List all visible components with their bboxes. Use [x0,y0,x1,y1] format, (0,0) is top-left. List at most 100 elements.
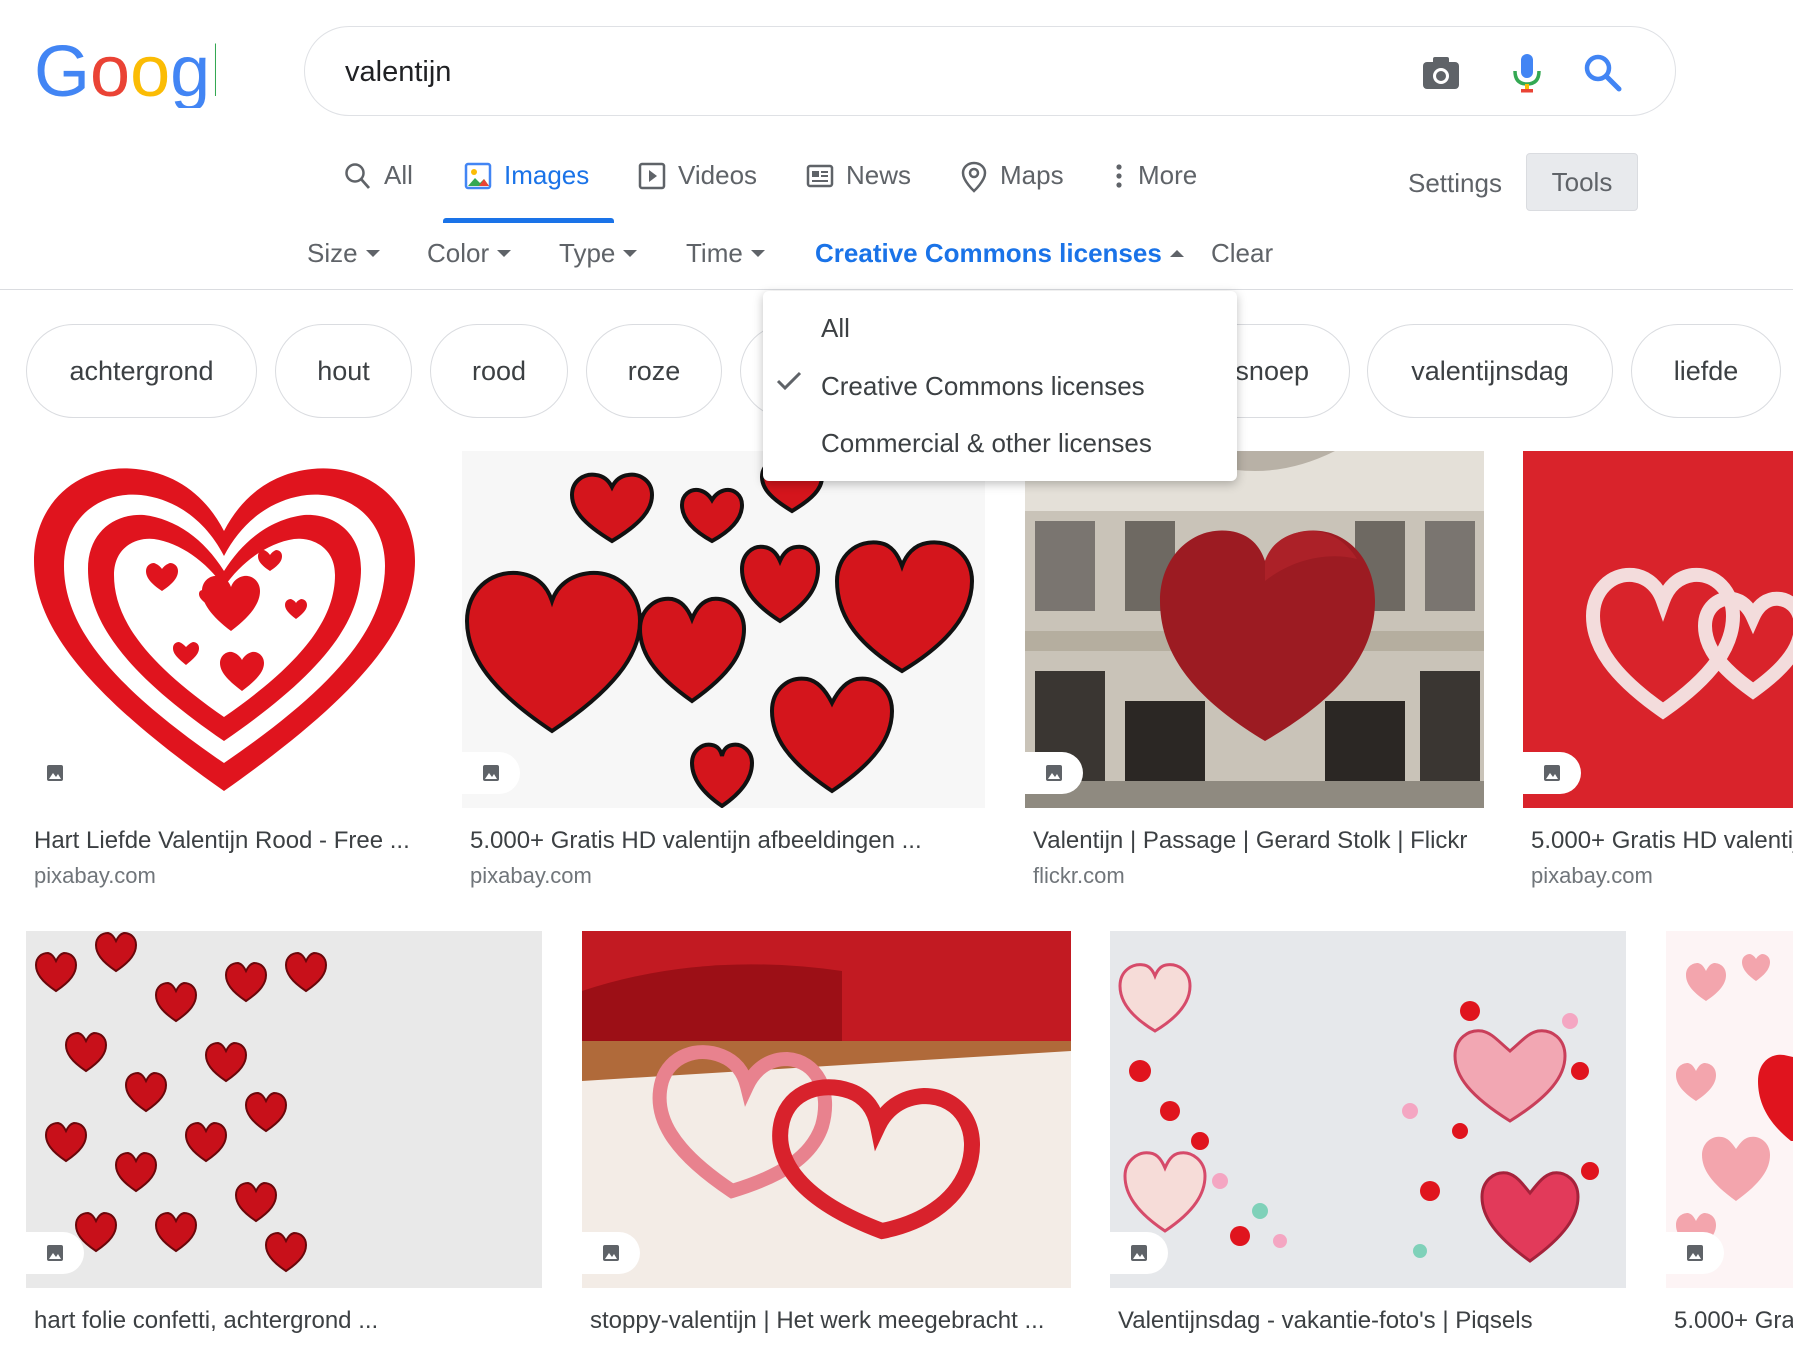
hearts-illustration [26,451,423,808]
clear-button[interactable]: Clear [1211,238,1273,269]
result-title[interactable]: hart folie confetti, achtergrond ... [34,1307,539,1335]
image-type-badge [582,1232,640,1274]
image-icon [1046,765,1062,781]
caret-down-icon [365,250,380,257]
tab-more[interactable]: More [1112,160,1197,224]
search-tabs: All Images Videos News Maps More Setting… [0,150,1793,226]
result-thumbnail[interactable] [1025,451,1484,808]
search-input[interactable] [345,49,1345,95]
chip[interactable]: roze [586,324,722,418]
image-type-badge [1523,752,1581,794]
image-type-badge [1025,752,1083,794]
result-title[interactable]: Hart Liefde Valentijn Rood - Free ... [34,827,419,855]
size-dropdown[interactable]: Size [307,238,380,269]
svg-text:Google: Google [34,38,216,108]
building-heart-photo [1025,451,1484,808]
result-title[interactable]: 5.000+ Gratis HD valentijn afbeeldingen … [1674,1307,1793,1335]
microphone-icon[interactable] [1505,51,1549,95]
heart-cookies-photo [1110,931,1626,1288]
camera-icon[interactable] [1419,51,1463,95]
tab-maps-label: Maps [1000,160,1064,190]
result-source: pixabay.com [34,863,156,888]
check-icon [776,371,802,391]
google-logo[interactable]: Google [34,38,216,108]
result-thumbnail[interactable] [462,451,985,808]
search-icon [345,163,371,189]
tab-images[interactable]: Images [464,160,589,224]
size-label: Size [307,238,358,268]
heart-sculpture-photo [582,931,1071,1288]
result-source: pixabay.com [470,863,592,888]
caret-down-icon [623,250,638,257]
active-tab-indicator [443,218,614,223]
scattered-hearts-illustration [462,451,985,808]
result-source: flickr.com [1033,863,1125,888]
image-icon [603,1245,619,1261]
result-title[interactable]: 5.000+ Gratis HD valentijn afbeeldingen … [1531,827,1793,855]
result-thumbnail[interactable] [26,451,423,808]
result-thumbnail[interactable] [1110,931,1626,1288]
tab-all-label: All [384,160,413,190]
color-label: Color [427,238,490,268]
tools-bar: Size Color Type Time Creative Commons li… [0,232,1793,292]
image-icon [1687,1245,1703,1261]
chip[interactable]: valentijnsdag [1367,324,1613,418]
result-thumbnail[interactable] [1666,931,1793,1288]
search-box [304,26,1676,116]
tab-more-label: More [1138,160,1198,190]
image-type-badge [1110,1232,1168,1274]
tools-button[interactable]: Tools [1526,153,1638,211]
tab-news-label: News [846,160,912,190]
result-title[interactable]: Valentijnsdag - vakantie-foto's | Piqsel… [1118,1307,1623,1335]
tab-all[interactable]: All [344,160,413,224]
news-icon [806,164,834,188]
color-dropdown[interactable]: Color [427,238,512,269]
chip[interactable]: liefde [1631,324,1781,418]
license-option-commercial[interactable]: Commercial & other licenses [821,428,1152,459]
tab-images-label: Images [504,160,590,190]
more-vert-icon [1116,164,1122,188]
time-label: Time [686,238,743,268]
result-title[interactable]: Valentijn | Passage | Gerard Stolk | Fli… [1033,827,1483,855]
result-title[interactable]: 5.000+ Gratis HD valentijn afbeeldingen … [470,827,980,855]
image-type-badge [462,752,520,794]
header-divider [0,289,1793,290]
caret-down-icon [497,250,512,257]
result-title[interactable]: stoppy-valentijn | Het werk meegebracht … [590,1307,1068,1335]
image-icon [47,765,63,781]
video-icon [638,162,666,190]
tab-videos-label: Videos [678,160,758,190]
caret-down-icon [750,250,765,257]
license-dropdown[interactable]: Creative Commons licenses [815,238,1184,269]
image-icon [464,162,492,190]
license-option-all[interactable]: All [821,313,850,344]
tab-maps[interactable]: Maps [960,160,1064,224]
search-icon[interactable] [1581,51,1625,95]
result-thumbnail[interactable] [26,931,542,1288]
caret-up-icon [1169,250,1184,257]
time-dropdown[interactable]: Time [686,238,765,269]
tab-videos[interactable]: Videos [638,160,757,224]
map-pin-icon [961,161,987,193]
image-icon [1544,765,1560,781]
tab-news[interactable]: News [806,160,911,224]
chip[interactable]: rood [430,324,568,418]
image-icon [1131,1245,1147,1261]
license-label: Creative Commons licenses [815,238,1162,268]
result-thumbnail[interactable] [1523,451,1793,808]
license-menu: All Creative Commons licenses Commercial… [763,291,1237,481]
heart-confetti-photo [26,931,542,1288]
image-icon [47,1245,63,1261]
image-icon [483,765,499,781]
chip[interactable]: achtergrond [26,324,257,418]
type-label: Type [559,238,616,268]
image-type-badge [26,752,84,794]
result-source: pixabay.com [1531,863,1653,888]
settings-link[interactable]: Settings [1408,168,1502,199]
type-dropdown[interactable]: Type [559,238,638,269]
image-type-badge [1666,1232,1724,1274]
result-thumbnail[interactable] [582,931,1071,1288]
image-type-badge [26,1232,84,1274]
license-option-creative-commons[interactable]: Creative Commons licenses [821,371,1145,402]
chip[interactable]: hout [275,324,412,418]
